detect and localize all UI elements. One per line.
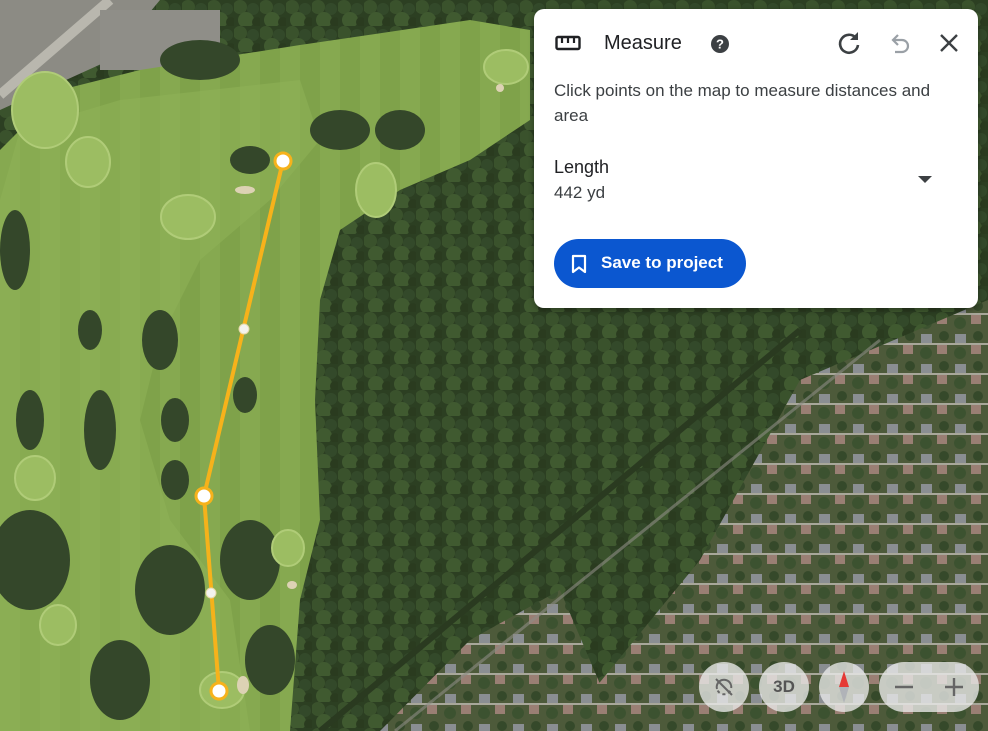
compass-button[interactable]: [819, 662, 869, 712]
zoom-control: [879, 662, 979, 712]
measure-panel: Measure ? Click points on the map to mea…: [534, 9, 978, 308]
ruler-icon: [555, 35, 581, 51]
tilt-off-icon: [715, 678, 733, 696]
3d-toggle-button[interactable]: 3D: [759, 662, 809, 712]
panel-title: Measure: [604, 32, 682, 54]
length-value: 442 yd: [554, 183, 606, 202]
measure-point-2[interactable]: [194, 486, 214, 506]
save-button-label: Save to project: [601, 253, 723, 272]
undo-icon[interactable]: [885, 29, 913, 57]
svg-text:?: ?: [716, 37, 724, 52]
compass-icon: [839, 671, 849, 703]
tilt-toggle-button[interactable]: [699, 662, 749, 712]
measure-midpoint-1[interactable]: [238, 323, 250, 335]
redo-icon[interactable]: [835, 29, 863, 57]
minus-icon[interactable]: [893, 677, 915, 697]
close-icon[interactable]: [935, 29, 963, 57]
bookmark-icon: [571, 254, 587, 274]
help-icon[interactable]: ?: [710, 34, 730, 54]
dropdown-arrow-icon[interactable]: [910, 167, 940, 191]
measure-midpoint-2[interactable]: [205, 587, 217, 599]
measure-panel-header: Measure ?: [534, 9, 978, 79]
measure-point-3[interactable]: [209, 681, 229, 701]
save-to-project-button[interactable]: Save to project: [554, 239, 746, 288]
length-label: Length: [554, 157, 610, 177]
measure-point-1[interactable]: [273, 151, 293, 171]
measure-instructions: Click points on the map to measure dista…: [554, 81, 931, 125]
plus-icon[interactable]: [943, 677, 965, 697]
3d-label: 3D: [773, 677, 795, 696]
